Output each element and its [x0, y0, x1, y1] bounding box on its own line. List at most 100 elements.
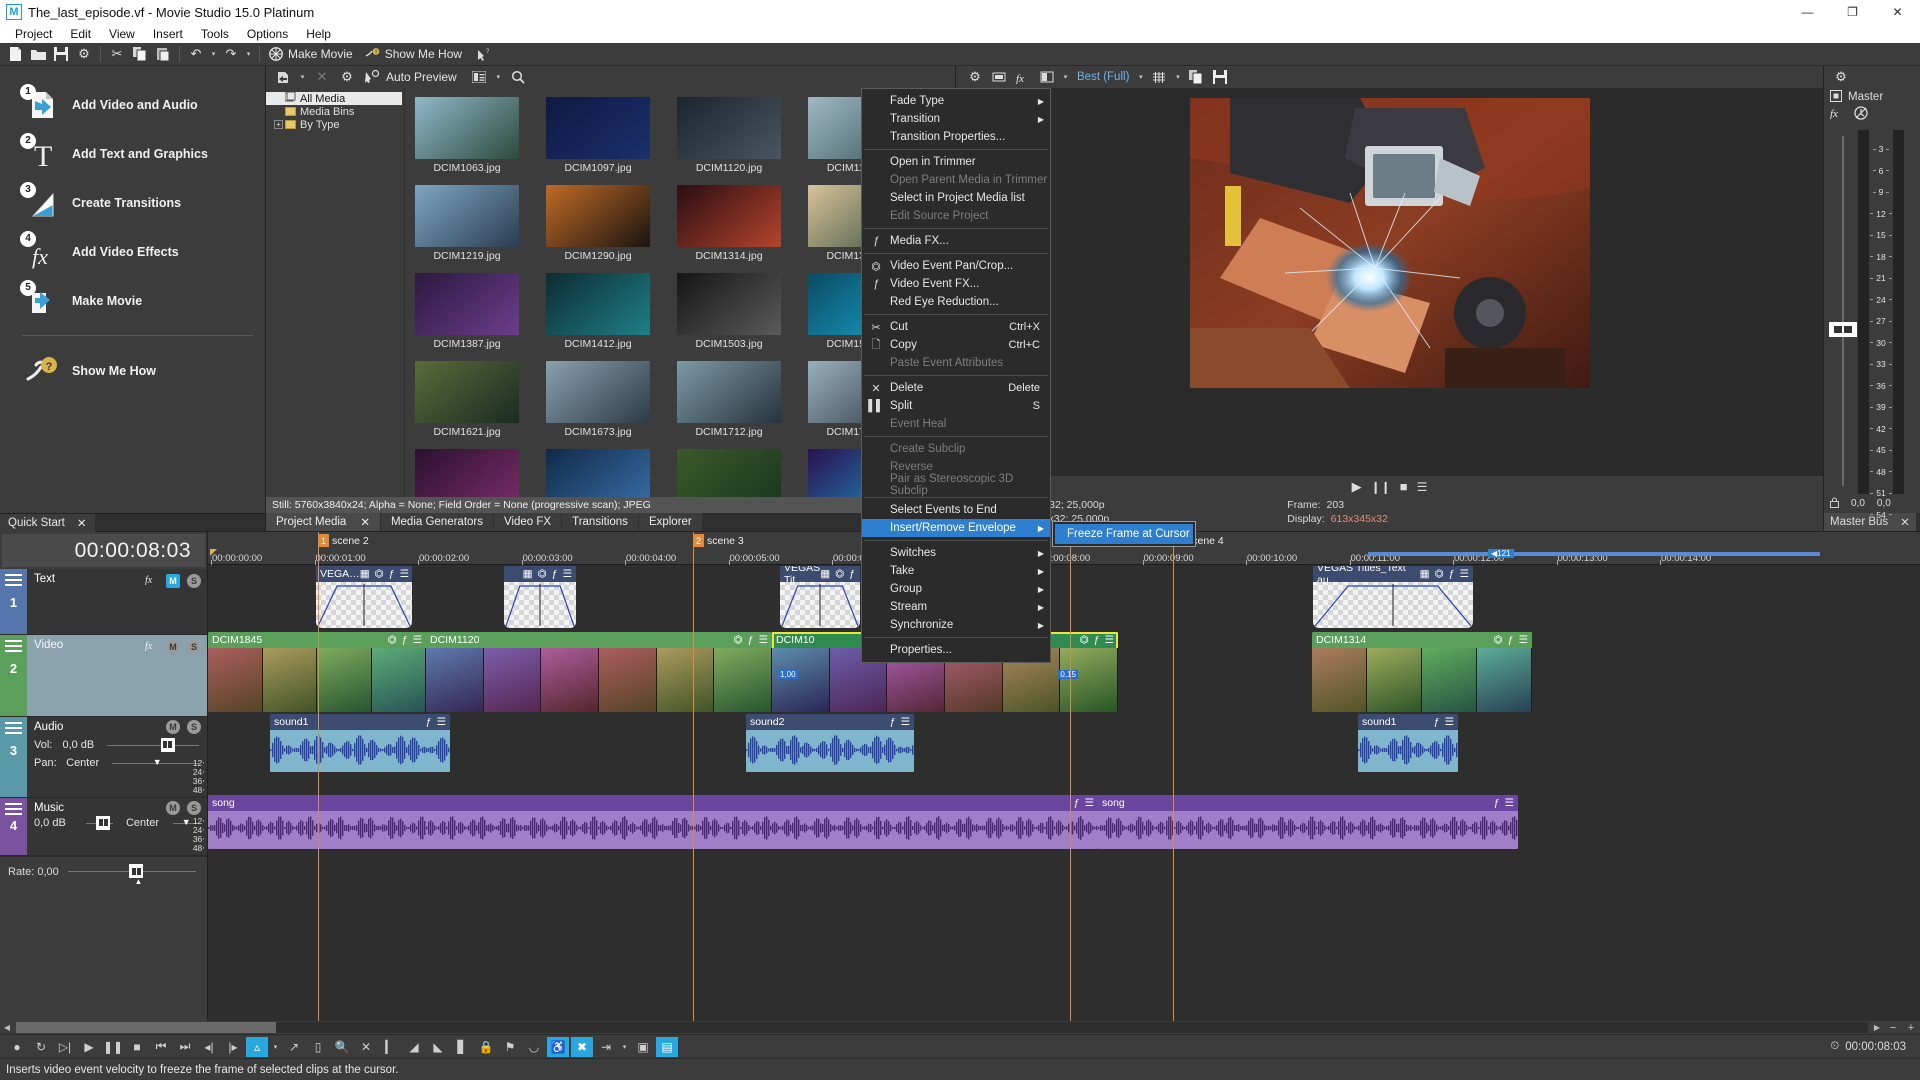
play-icon[interactable]: ▶ — [78, 1037, 100, 1057]
track-strip-4[interactable]: 4 — [0, 798, 27, 855]
mute-icon[interactable]: M — [166, 720, 180, 734]
clip-menu-icon[interactable]: ☰ — [759, 634, 768, 646]
track-strip-2[interactable]: 2 — [0, 635, 27, 716]
volume-slider[interactable] — [107, 737, 199, 752]
audio-mix-icon[interactable]: ▋ — [451, 1037, 473, 1057]
media-thumbnail[interactable]: DCIM1712.jpg — [677, 361, 781, 438]
copy-icon[interactable] — [129, 44, 151, 65]
fx-icon[interactable]: ƒ — [552, 568, 558, 580]
context-menu-item[interactable]: Red Eye Reduction... — [862, 293, 1050, 311]
clip-header[interactable]: song ƒ ☰ — [208, 795, 1098, 811]
tab-project-media[interactable]: Project Media ✕ — [266, 513, 381, 531]
pan-crop-icon[interactable]: ⏣ — [1494, 634, 1503, 646]
stop-icon[interactable]: ■ — [126, 1037, 148, 1057]
timeline-canvas[interactable]: 1scene 22scene 334scene 4 00:00:00:0000:… — [208, 532, 1920, 1021]
expand-icon[interactable]: + — [274, 120, 283, 129]
sync-icon[interactable]: ▎ — [379, 1037, 401, 1057]
context-menu-item[interactable]: ƒ Media FX... — [862, 232, 1050, 250]
view-mode-icon[interactable] — [468, 67, 490, 88]
pan-crop-icon[interactable]: ⏣ — [1435, 568, 1444, 580]
media-thumbnail[interactable] — [677, 449, 781, 497]
rate-slider[interactable]: ▲ — [67, 864, 196, 886]
pause-icon[interactable]: ❚❚ — [102, 1037, 124, 1057]
track-menu-icon[interactable] — [5, 722, 22, 734]
menu-view[interactable]: View — [100, 27, 144, 41]
submenu-item-freeze-frame[interactable]: Freeze Frame at Cursor — [1055, 524, 1193, 544]
menu-insert[interactable]: Insert — [144, 27, 192, 41]
tab-quick-start[interactable]: Quick Start ✕ — [0, 513, 95, 532]
mute-icon[interactable]: M — [166, 640, 180, 654]
loop-region-start-marker[interactable] — [210, 549, 217, 556]
fx-icon[interactable]: ƒ — [1494, 797, 1500, 809]
media-properties-icon[interactable]: ▦ — [360, 568, 370, 580]
clip-menu-icon[interactable]: ☰ — [901, 716, 910, 728]
solo-icon[interactable]: S — [187, 574, 201, 588]
timeline-clip-audio[interactable]: sound1 ƒ ☰ — [270, 714, 450, 772]
clip-menu-icon[interactable]: ☰ — [400, 568, 409, 580]
insert-remove-envelope-submenu[interactable]: Freeze Frame at Cursor — [1052, 521, 1196, 547]
fx-icon[interactable]: fx — [1012, 67, 1034, 88]
media-thumbnail[interactable]: DCIM1219.jpg — [415, 185, 519, 262]
auto-preview-label[interactable]: Auto Preview — [386, 70, 465, 84]
view-mode-caret-icon[interactable]: ▾ — [493, 73, 504, 81]
media-thumbnail[interactable]: DCIM1387.jpg — [415, 273, 519, 350]
media-thumbnail[interactable]: DCIM1673.jpg — [546, 361, 650, 438]
timeline-marker[interactable]: 1 scene 2 — [318, 534, 369, 547]
media-properties-icon[interactable]: ▦ — [523, 568, 533, 580]
context-menu-item[interactable]: Insert/Remove Envelope ▶ — [862, 519, 1050, 537]
quick-start-item-add-video-effects[interactable]: 4 fx Add Video Effects — [12, 227, 265, 276]
clip-header[interactable]: sound2 ƒ ☰ — [746, 714, 914, 730]
close-icon[interactable]: ✕ — [77, 516, 87, 530]
zoom-in-icon[interactable]: + — [1902, 1022, 1920, 1034]
pan-crop-icon[interactable]: ⏣ — [1080, 634, 1089, 646]
scroll-thumb[interactable] — [16, 1022, 276, 1033]
clip-header[interactable]: VEGAS Titles_Text au… ▦ ⏣ ƒ ☰ — [1313, 566, 1473, 586]
timeline-clip-music[interactable]: song ƒ ☰ — [208, 795, 1098, 849]
fx-icon[interactable]: fx — [145, 572, 159, 590]
timeline-clip-video[interactable]: DCIM1120 ⏣ ƒ ☰ — [426, 632, 772, 712]
step-forward-icon[interactable]: |▸ — [222, 1037, 244, 1057]
fx-icon[interactable]: ƒ — [890, 716, 896, 728]
context-menu-item[interactable]: ✕ Delete Delete — [862, 379, 1050, 397]
menu-tools[interactable]: Tools — [192, 27, 238, 41]
clip-menu-icon[interactable]: ☰ — [1085, 797, 1094, 809]
clip-menu-icon[interactable]: ☰ — [1460, 568, 1469, 580]
track-strip-1[interactable]: 1 — [0, 569, 27, 634]
envelope-edit-tool-icon[interactable]: ↗ — [283, 1037, 305, 1057]
scroll-right-icon[interactable]: ▶ — [1870, 1023, 1884, 1032]
clip-header[interactable]: DCIM1314 ⏣ ƒ ☰ — [1312, 632, 1532, 648]
context-menu-item[interactable]: 🗋 Copy Ctrl+C — [862, 336, 1050, 354]
tool-caret[interactable]: ▾ — [270, 1043, 281, 1051]
timeline-clip-text[interactable]: VEGA… ▦ ⏣ ƒ ☰ — [316, 566, 412, 628]
fx-icon[interactable]: ƒ — [389, 568, 395, 580]
track-menu-icon[interactable] — [5, 803, 22, 815]
timeline-clip-text[interactable]: VEGAS Titles_Text au… ▦ ⏣ ƒ ☰ — [1313, 566, 1473, 628]
play-from-start-icon[interactable]: ▷| — [54, 1037, 76, 1057]
mute-icon[interactable]: M — [166, 574, 180, 588]
timeline-clip-text[interactable]: VEGAS Tit…▦⏣ƒ☰ — [780, 566, 860, 628]
master-fader-track[interactable] — [1829, 136, 1857, 486]
context-menu-item[interactable]: Select Events to End — [862, 501, 1050, 519]
context-menu-item[interactable]: Fade Type ▶ — [862, 92, 1050, 110]
ripple-caret[interactable]: ▾ — [619, 1043, 630, 1051]
pan-slider[interactable]: ▼ — [111, 757, 199, 767]
pan-crop-icon[interactable]: ⏣ — [388, 634, 397, 646]
menu-project[interactable]: Project — [6, 27, 61, 41]
context-menu-item[interactable]: Group ▶ — [862, 580, 1050, 598]
context-menu-item[interactable]: Properties... — [862, 641, 1050, 659]
timeline-clip-video[interactable]: DCIM1314 ⏣ ƒ ☰ — [1312, 632, 1532, 712]
tab-transitions[interactable]: Transitions — [562, 513, 639, 531]
fx-icon[interactable]: ƒ — [426, 716, 432, 728]
region-icon[interactable]: ◡ — [523, 1037, 545, 1057]
context-menu-item[interactable]: ƒ Video Event FX... — [862, 275, 1050, 293]
solo-icon[interactable]: S — [187, 640, 201, 654]
make-movie-icon[interactable] — [265, 44, 287, 65]
fx-icon[interactable]: fx — [1830, 106, 1845, 124]
media-thumbnail[interactable]: DCIM1314.jpg — [677, 185, 781, 262]
track-lane-music[interactable]: song ƒ ☰ song ƒ ☰ — [208, 794, 1920, 852]
context-menu-item[interactable]: Take ▶ — [862, 562, 1050, 580]
tab-explorer[interactable]: Explorer — [638, 513, 703, 531]
context-menu-item[interactable]: ✂ Cut Ctrl+X — [862, 318, 1050, 336]
cut-icon[interactable]: ✂ — [106, 44, 128, 65]
media-thumbnail[interactable]: DCIM1097.jpg — [546, 97, 650, 174]
